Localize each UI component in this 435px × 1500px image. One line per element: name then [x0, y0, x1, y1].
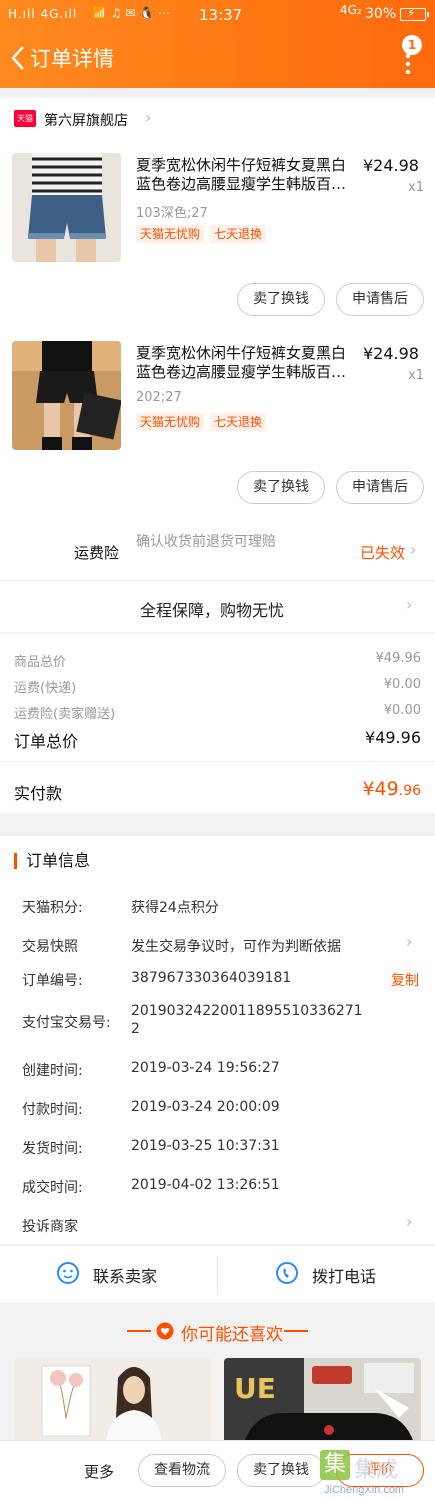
product-sku: 202;27 [136, 390, 182, 405]
paid-time-label: 付款时间: [22, 1102, 83, 1118]
chevron-right-icon: › [410, 540, 417, 559]
product-title[interactable]: 夏季宽松休闲牛仔短裤女夏黑白蓝色卷边高腰显瘦学生韩版百… [136, 156, 358, 194]
order-number-value: 387967330364039181 [131, 970, 292, 986]
tag-worry-free: 天猫无忧购 [136, 413, 205, 431]
completed-time-value: 2019-04-02 13:26:51 [131, 1177, 280, 1193]
insurance-fee-label: 运费险(卖家赠送) [14, 707, 116, 722]
complain-seller-label[interactable]: 投诉商家 [22, 1216, 78, 1236]
heart-icon [156, 1322, 174, 1340]
chevron-right-icon: › [406, 1212, 413, 1231]
insurance-fee-value: ¥0.00 [383, 703, 421, 718]
after-sales-button[interactable]: 申请售后 [336, 471, 424, 504]
signal-indicator: H.ıll 4G.ıll [8, 7, 78, 21]
completed-time-label: 成交时间: [22, 1180, 83, 1196]
recommend-title: 你可能还喜欢 [181, 1325, 283, 1345]
status-bar: H.ıll 4G.ıll 📶 ♫ ✉ 🐧 ⋯ 13:37 4G₂ 30% ⚡ [0, 0, 435, 30]
resell-button[interactable]: 卖了换钱 [237, 283, 325, 316]
points-label: 天猫积分: [22, 900, 83, 916]
insurance-description: 确认收货前退货可理赔 [136, 534, 276, 550]
order-number-label: 订单编号: [22, 973, 83, 989]
watermark-url: JiChengXin.com [324, 1484, 405, 1496]
product-image[interactable] [12, 153, 121, 262]
goods-total-value: ¥49.96 [375, 651, 422, 666]
page-title: 订单详情 [30, 47, 114, 71]
watermark-text: 集成 [354, 1458, 399, 1483]
divider [217, 1256, 218, 1294]
product-sku: 103深色;27 [136, 206, 208, 221]
order-info-card: 订单信息 天猫积分: 获得24点积分 交易快照 发生交易争议时，可作为判断依据 … [0, 836, 435, 1244]
created-time-value: 2019-03-24 19:56:27 [131, 1060, 280, 1076]
after-sales-button[interactable]: 申请售后 [336, 283, 424, 316]
insurance-label: 运费险 [74, 544, 120, 562]
product-price: ¥24.98 [363, 344, 419, 363]
snapshot-value[interactable]: 发生交易争议时，可作为判断依据 [131, 936, 341, 956]
site-watermark: 集 集成 JiChengXin.com [318, 1448, 435, 1500]
product-quantity: x1 [408, 180, 424, 195]
more-button[interactable]: 更多 [84, 1461, 114, 1482]
divider [0, 761, 435, 762]
title-decoration [127, 1330, 151, 1332]
paid-integer: ¥49 [362, 778, 399, 800]
svg-text:UE: UE [234, 1372, 276, 1405]
shipped-time-value: 2019-03-25 10:37:31 [131, 1138, 280, 1154]
alipay-number-label: 支付宝交易号: [22, 1015, 111, 1031]
resell-button[interactable]: 卖了换钱 [237, 471, 325, 504]
recommend-product-image[interactable]: UE [224, 1358, 421, 1443]
alipay-number-value: 20190324220011895510336271 [131, 1003, 363, 1019]
tag-7day-return: 七天退换 [210, 413, 267, 431]
view-logistics-button[interactable]: 查看物流 [138, 1454, 226, 1487]
order-info-title: 订单信息 [14, 853, 90, 869]
notification-icons: 📶 ♫ ✉ 🐧 ⋯ [92, 6, 170, 20]
insurance-status: 已失效 [360, 544, 406, 562]
created-time-label: 创建时间: [22, 1063, 83, 1079]
recommend-product-image[interactable] [14, 1358, 211, 1443]
contact-bar: 联系卖家 拨打电话 [0, 1245, 435, 1303]
goods-total-label: 商品总价 [14, 655, 67, 670]
shipping-fee-value: ¥0.00 [383, 677, 421, 692]
clock: 13:37 [199, 6, 243, 24]
paid-decimal: .96 [398, 783, 421, 799]
paid-amount-value: ¥49.96 [362, 778, 421, 800]
back-arrow-icon[interactable] [8, 44, 30, 72]
paid-amount-label: 实付款 [14, 784, 63, 803]
message-badge: 1 [402, 35, 422, 55]
product-quantity: x1 [408, 368, 424, 383]
shipped-time-label: 发货时间: [22, 1141, 83, 1157]
app-header: H.ıll 4G.ıll 📶 ♫ ✉ 🐧 ⋯ 13:37 4G₂ 30% ⚡ 订… [0, 0, 435, 88]
chevron-right-icon: › [406, 932, 413, 951]
network-indicator: 4G₂ [340, 3, 362, 17]
tmall-logo-icon: 天猫 [14, 110, 36, 127]
resell-button[interactable]: 卖了换钱 [237, 1454, 325, 1487]
guarantee-text: 全程保障，购物无忧 [140, 601, 285, 620]
contact-seller-button[interactable]: 联系卖家 [93, 1263, 157, 1287]
battery-percent: 30% [365, 6, 397, 22]
title-decoration [284, 1330, 308, 1332]
store-name[interactable]: 第六屏旗舰店 [44, 110, 128, 130]
order-total-value: ¥49.96 [365, 728, 421, 747]
chevron-right-icon: › [145, 108, 152, 127]
tag-7day-return: 七天退换 [210, 225, 267, 243]
call-phone-button[interactable]: 拨打电话 [312, 1263, 376, 1287]
copy-button[interactable]: 复制 [391, 970, 419, 990]
battery-icon: ⚡ [400, 6, 429, 21]
guarantee-row[interactable]: 全程保障，购物无忧 › [0, 580, 435, 632]
phone-icon[interactable] [275, 1261, 299, 1285]
tag-worry-free: 天猫无忧购 [136, 225, 205, 243]
paid-time-value: 2019-03-24 20:00:09 [131, 1099, 280, 1115]
points-value: 获得24点积分 [131, 900, 219, 916]
product-image[interactable] [12, 341, 121, 450]
snapshot-label[interactable]: 交易快照 [22, 936, 78, 956]
price-summary-card: 商品总价 ¥49.96 运费(快递) ¥0.00 运费险(卖家赠送) ¥0.00… [0, 633, 435, 813]
chat-face-icon[interactable] [56, 1261, 80, 1285]
product-title[interactable]: 夏季宽松休闲牛仔短裤女夏黑白蓝色卷边高腰显瘦学生韩版百… [136, 344, 358, 382]
alipay-number-tail: 2 [131, 1021, 140, 1037]
product-price: ¥24.98 [363, 156, 419, 175]
chevron-right-icon: › [406, 595, 413, 614]
shipping-insurance-row[interactable]: 运费险 确认收货前退货可理赔 已失效 › [0, 524, 435, 580]
order-total-label: 订单总价 [14, 732, 79, 751]
shipping-fee-label: 运费(快递) [14, 681, 77, 696]
